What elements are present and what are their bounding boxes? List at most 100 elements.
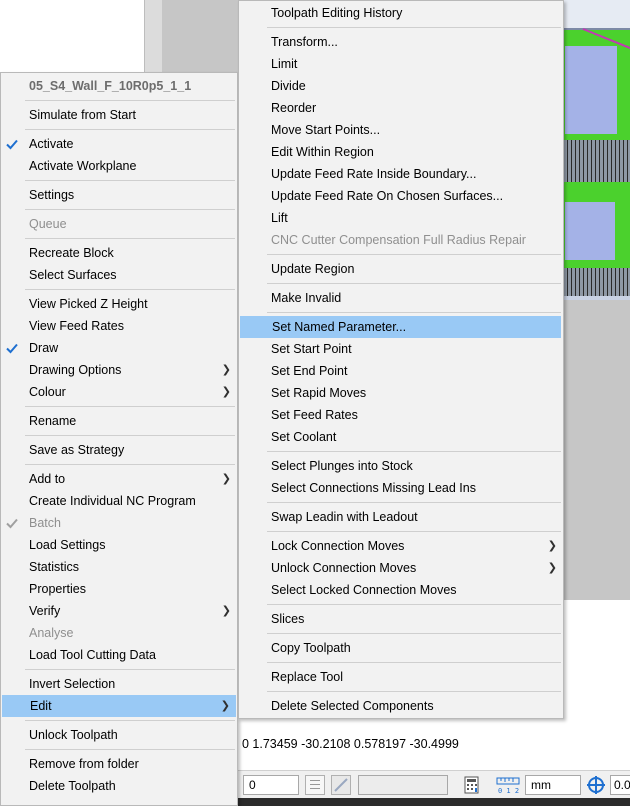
check-icon [6, 518, 18, 529]
check-icon [6, 139, 18, 150]
menu-item-save-as-strategy[interactable]: Save as Strategy [1, 439, 237, 461]
menu-separator [25, 435, 235, 436]
submenu-item-set-feed-rates[interactable]: Set Feed Rates [239, 404, 563, 426]
submenu-item-select-connections-missing-lead-ins[interactable]: Select Connections Missing Lead Ins [239, 477, 563, 499]
panel-splitter [162, 0, 238, 72]
menu-item-draw[interactable]: Draw [1, 337, 237, 359]
submenu-item-divide[interactable]: Divide [239, 75, 563, 97]
explorer-panel [0, 0, 144, 72]
submenu-item-set-rapid-moves[interactable]: Set Rapid Moves [239, 382, 563, 404]
menu-item-activate-workplane[interactable]: Activate Workplane [1, 155, 237, 177]
submenu-item-set-coolant[interactable]: Set Coolant [239, 426, 563, 448]
status-value-field[interactable]: 0 [243, 775, 299, 795]
menu-separator [25, 180, 235, 181]
submenu-item-toolpath-editing-history[interactable]: Toolpath Editing History [239, 2, 563, 24]
menu-item-properties[interactable]: Properties [1, 578, 237, 600]
graphics-viewport[interactable] [563, 0, 630, 300]
menu-item-rename[interactable]: Rename [1, 410, 237, 432]
menu-separator [267, 451, 561, 452]
chevron-right-icon: ❯ [221, 386, 231, 398]
menu-item-delete-toolpath[interactable]: Delete Toolpath [1, 775, 237, 797]
menu-item-analyse: Analyse [29, 626, 74, 640]
surface-region-lower [563, 200, 617, 262]
submenu-item-unlock-connection-moves[interactable]: Unlock Connection Moves ❯ [239, 557, 563, 579]
explorer-scrollbar[interactable] [144, 0, 163, 72]
menu-separator [25, 129, 235, 130]
right-value-field[interactable]: 0.0 [610, 775, 630, 795]
chevron-right-icon: ❯ [221, 473, 231, 485]
menu-item-settings[interactable]: Settings [1, 184, 237, 206]
coordinate-readout: 0 1.73459 -30.2108 0.578197 -30.4999 [242, 737, 459, 751]
submenu-item-slices[interactable]: Slices [239, 608, 563, 630]
submenu-item-set-named-parameter[interactable]: Set Named Parameter... [240, 316, 561, 338]
menu-item-view-picked-z-height[interactable]: View Picked Z Height [1, 293, 237, 315]
submenu-item-set-end-point[interactable]: Set End Point [239, 360, 563, 382]
menu-separator [267, 604, 561, 605]
submenu-item-cnc-cutter-compensation-repair: CNC Cutter Compensation Full Radius Repa… [271, 233, 526, 247]
menu-item-batch: Batch [1, 512, 237, 534]
submenu-item-update-feed-rate-inside-boundary[interactable]: Update Feed Rate Inside Boundary... [239, 163, 563, 185]
submenu-item-select-locked-connection-moves[interactable]: Select Locked Connection Moves [239, 579, 563, 601]
snap-icon[interactable] [331, 775, 351, 795]
menu-item-invert-selection[interactable]: Invert Selection [1, 673, 237, 695]
menu-separator [267, 633, 561, 634]
submenu-item-copy-toolpath[interactable]: Copy Toolpath [239, 637, 563, 659]
ruler-icon[interactable]: 0 1 2 [495, 775, 521, 795]
menu-separator [25, 749, 235, 750]
submenu-item-make-invalid[interactable]: Make Invalid [239, 287, 563, 309]
menu-item-simulate-from-start[interactable]: Simulate from Start [1, 104, 237, 126]
menu-item-verify[interactable]: Verify ❯ [1, 600, 237, 622]
svg-text:0 1 2: 0 1 2 [498, 787, 519, 795]
menu-separator [267, 662, 561, 663]
menu-item-create-individual-nc-program[interactable]: Create Individual NC Program [1, 490, 237, 512]
submenu-item-select-plunges-into-stock[interactable]: Select Plunges into Stock [239, 455, 563, 477]
submenu-item-reorder[interactable]: Reorder [239, 97, 563, 119]
menu-item-edit[interactable]: Edit ❯ [2, 695, 236, 717]
submenu-item-lock-connection-moves[interactable]: Lock Connection Moves ❯ [239, 535, 563, 557]
menu-separator [25, 238, 235, 239]
submenu-item-edit-within-region[interactable]: Edit Within Region [239, 141, 563, 163]
menu-item-colour[interactable]: Colour ❯ [1, 381, 237, 403]
submenu-item-swap-leadin-with-leadout[interactable]: Swap Leadin with Leadout [239, 506, 563, 528]
menu-separator [25, 464, 235, 465]
menu-separator [267, 312, 561, 313]
submenu-item-transform[interactable]: Transform... [239, 31, 563, 53]
check-icon [6, 343, 18, 354]
menu-item-load-settings[interactable]: Load Settings [1, 534, 237, 556]
menu-item-activate[interactable]: Activate [1, 133, 237, 155]
submenu-item-move-start-points[interactable]: Move Start Points... [239, 119, 563, 141]
chevron-right-icon: ❯ [221, 364, 231, 376]
crosshair-icon[interactable] [586, 775, 606, 795]
menu-item-statistics[interactable]: Statistics [1, 556, 237, 578]
menu-item-view-feed-rates[interactable]: View Feed Rates [1, 315, 237, 337]
status-bar: 0 0 1 2 mm 0.0 [238, 770, 630, 799]
menu-item-remove-from-folder[interactable]: Remove from folder [1, 753, 237, 775]
menu-separator [25, 209, 235, 210]
menu-item-recreate-block[interactable]: Recreate Block [1, 242, 237, 264]
chevron-right-icon: ❯ [221, 605, 231, 617]
submenu-item-limit[interactable]: Limit [239, 53, 563, 75]
list-icon[interactable] [305, 775, 325, 795]
edit-submenu: Toolpath Editing History Transform... Li… [238, 0, 564, 719]
calculator-icon[interactable] [462, 775, 482, 795]
menu-item-add-to[interactable]: Add to ❯ [1, 468, 237, 490]
menu-item-load-tool-cutting-data[interactable]: Load Tool Cutting Data [1, 644, 237, 666]
surface-region [563, 44, 619, 136]
submenu-item-delete-selected-components[interactable]: Delete Selected Components [239, 695, 563, 717]
menu-item-unlock-toolpath[interactable]: Unlock Toolpath [1, 724, 237, 746]
submenu-item-lift[interactable]: Lift [239, 207, 563, 229]
submenu-item-set-start-point[interactable]: Set Start Point [239, 338, 563, 360]
units-field[interactable]: mm [525, 775, 581, 795]
submenu-item-replace-tool[interactable]: Replace Tool [239, 666, 563, 688]
menu-item-select-surfaces[interactable]: Select Surfaces [1, 264, 237, 286]
menu-separator [267, 531, 561, 532]
menu-separator [25, 669, 235, 670]
submenu-item-update-feed-rate-on-chosen-surfaces[interactable]: Update Feed Rate On Chosen Surfaces... [239, 185, 563, 207]
menu-separator [267, 27, 561, 28]
menu-separator [267, 283, 561, 284]
menu-item-drawing-options[interactable]: Drawing Options ❯ [1, 359, 237, 381]
menu-separator [25, 720, 235, 721]
menu-separator [25, 289, 235, 290]
menu-separator [267, 691, 561, 692]
submenu-item-update-region[interactable]: Update Region [239, 258, 563, 280]
